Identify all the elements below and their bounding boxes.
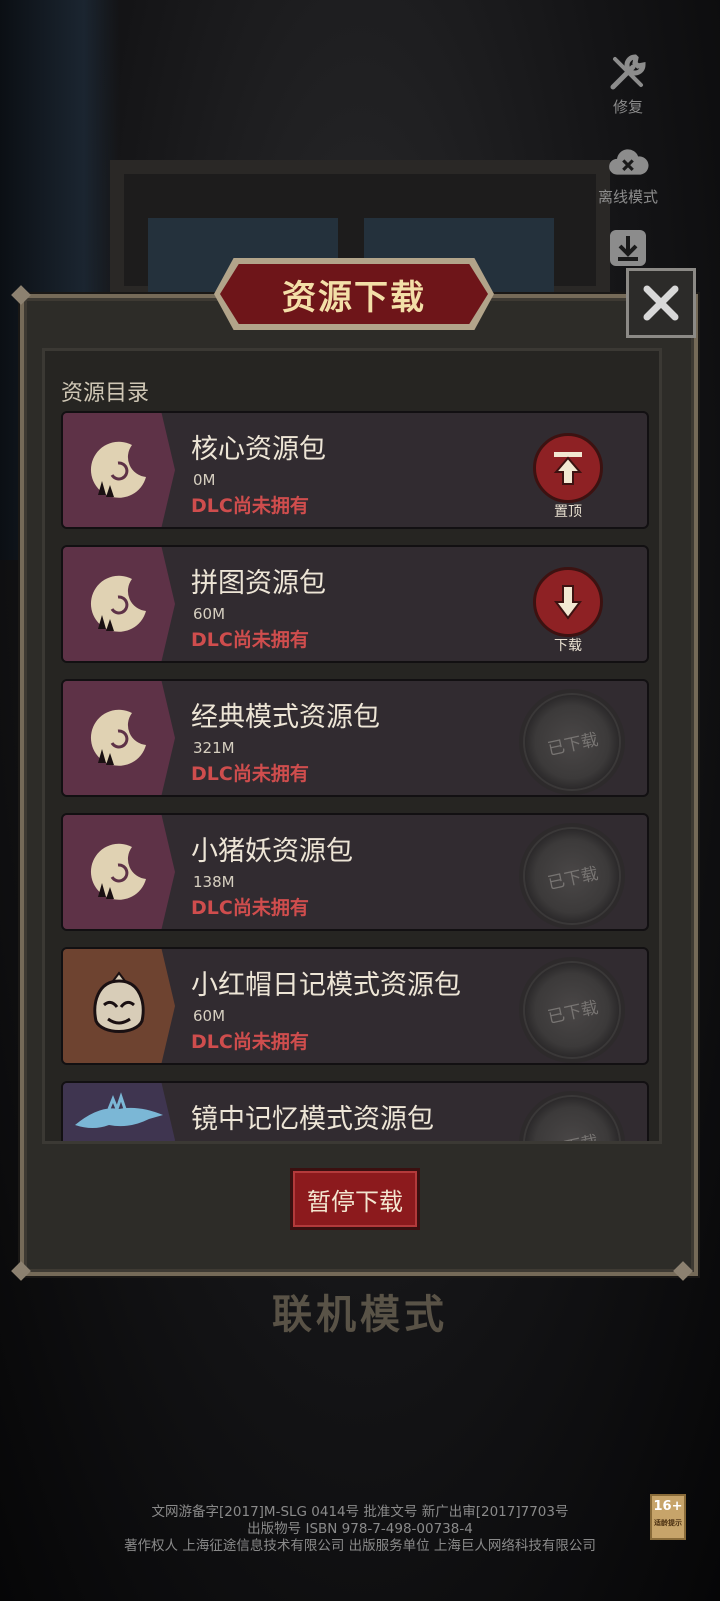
moon-swirl-icon: [90, 441, 146, 498]
dlc-status: DLC尚未拥有: [191, 1031, 309, 1053]
repair-button[interactable]: 修复: [588, 52, 668, 117]
downloaded-stamp-icon: 已下载: [525, 695, 619, 789]
resource-item: 小猪妖资源包 138M DLC尚未拥有 已下载: [61, 813, 649, 931]
resource-thumbnail: [63, 949, 175, 1063]
downloaded-stamp-icon: 已下载: [525, 829, 619, 923]
pin-top-icon: [553, 452, 583, 485]
resource-size: 0M: [193, 471, 216, 489]
moon-swirl-icon: [90, 843, 146, 900]
resource-item: 核心资源包 0M DLC尚未拥有 置顶: [61, 411, 649, 529]
downloaded-label: 已下载: [545, 729, 600, 760]
resource-name: 小红帽日记模式资源包: [191, 970, 461, 1001]
resource-list-container[interactable]: 资源目录 核心资源包 0M DLC尚未拥有 置顶 拼图资源包 60M DLC尚未…: [42, 348, 662, 1144]
resource-name: 小猪妖资源包: [191, 836, 353, 867]
footer-line: 出版物号 ISBN 978-7-498-00738-4: [247, 1521, 473, 1537]
close-button[interactable]: [626, 268, 696, 338]
footer-line: 著作权人 上海征途信息技术有限公司 出版服务单位 上海巨人网络科技有限公司: [124, 1538, 596, 1554]
resource-name: 镜中记忆模式资源包: [191, 1104, 434, 1135]
dlc-status: DLC尚未拥有: [191, 897, 309, 919]
cloud-off-icon: [606, 142, 650, 182]
legal-footer: 文网游备字[2017]M-SLG 0414号 批准文号 新广出审[2017]77…: [0, 1504, 720, 1555]
resource-size: 321M: [193, 739, 235, 757]
age-rating: 16+: [653, 1499, 683, 1514]
download-icon: [554, 585, 582, 620]
pause-download-button[interactable]: 暂停下载: [290, 1168, 420, 1230]
resource-thumbnail: [63, 547, 175, 661]
section-label: 资源目录: [61, 381, 150, 406]
moon-swirl-icon: [90, 709, 146, 766]
red-hood-face-icon: [93, 971, 145, 1033]
downloaded-stamp-icon: 已下载: [525, 1097, 619, 1141]
wrench-icon: [606, 52, 650, 92]
resource-item: 镜中记忆模式资源包 已下载: [61, 1081, 649, 1141]
resource-thumbnail: [63, 1083, 175, 1141]
resource-thumbnail: [63, 681, 175, 795]
downloaded-label: 已下载: [545, 997, 600, 1028]
download-label: 下载: [554, 638, 582, 654]
dlc-status: DLC尚未拥有: [191, 763, 309, 785]
resource-size: 60M: [193, 1007, 226, 1025]
background-mode-title: 联机模式: [272, 1292, 448, 1338]
resource-item: 拼图资源包 60M DLC尚未拥有 下载: [61, 545, 649, 663]
offline-mode-button[interactable]: 离线模式: [588, 142, 668, 207]
downloaded-label: 已下载: [544, 1126, 599, 1141]
age-caption: 适龄提示: [654, 1519, 682, 1527]
pin-top-button[interactable]: [533, 433, 603, 503]
footer-line: 文网游备字[2017]M-SLG 0414号 批准文号 新广出审[2017]77…: [151, 1504, 569, 1520]
age-rating-badge: 16+ 适龄提示: [650, 1494, 686, 1540]
resource-size: 60M: [193, 605, 226, 623]
resource-name: 核心资源包: [191, 434, 326, 465]
resource-thumbnail: [63, 815, 175, 929]
dlc-status: DLC尚未拥有: [191, 629, 309, 651]
pin-top-label: 置顶: [554, 504, 582, 520]
resource-name: 经典模式资源包: [191, 702, 380, 733]
resource-item: 经典模式资源包 321M DLC尚未拥有 已下载: [61, 679, 649, 797]
download-side-button[interactable]: [588, 228, 668, 272]
repair-label: 修复: [612, 98, 643, 116]
resource-size: 138M: [193, 873, 235, 891]
moon-swirl-icon: [90, 575, 146, 632]
dialog-title: 资源下载: [220, 264, 488, 324]
download-button[interactable]: [533, 567, 603, 637]
resource-thumbnail: [63, 413, 175, 527]
mirror-creature-icon: [75, 1092, 163, 1128]
downloaded-stamp-icon: 已下载: [525, 963, 619, 1057]
resource-item: 小红帽日记模式资源包 60M DLC尚未拥有 已下载: [61, 947, 649, 1065]
dlc-status: DLC尚未拥有: [191, 495, 309, 517]
download-box-icon: [606, 228, 650, 268]
downloaded-label: 已下载: [545, 863, 600, 894]
close-icon: [643, 285, 679, 321]
offline-mode-label: 离线模式: [597, 188, 658, 206]
resource-name: 拼图资源包: [191, 568, 326, 599]
